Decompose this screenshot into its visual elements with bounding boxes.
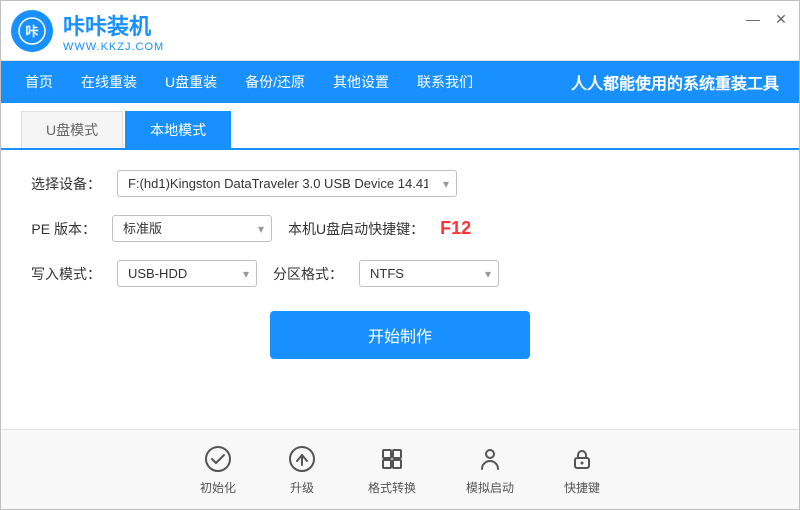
- app-window: 咔 咔咔装机 WWW.KKZJ.COM — ✕ 首页 在线重装 U盘重装 备份/…: [0, 0, 800, 510]
- upload-icon: [286, 443, 318, 475]
- toolbar-format[interactable]: 格式转换: [368, 443, 416, 496]
- write-label: 写入模式：: [31, 264, 101, 284]
- device-label: 选择设备：: [31, 174, 101, 194]
- app-logo: 咔: [11, 10, 53, 52]
- nav-slogan: 人人都能使用的系统重装工具: [571, 70, 799, 94]
- device-select[interactable]: F:(hd1)Kingston DataTraveler 3.0 USB Dev…: [117, 170, 457, 197]
- main-panel: 选择设备： F:(hd1)Kingston DataTraveler 3.0 U…: [1, 150, 799, 429]
- nav-item-contact[interactable]: 联系我们: [403, 61, 487, 103]
- nav-bar: 首页 在线重装 U盘重装 备份/还原 其他设置 联系我们 人人都能使用的系统重装…: [1, 61, 799, 103]
- tab-udisk[interactable]: U盘模式: [21, 111, 123, 148]
- toolbar-simulate-label: 模拟启动: [466, 479, 514, 496]
- pe-label: PE 版本：: [31, 219, 96, 239]
- format-icon: [376, 443, 408, 475]
- title-bar: 咔 咔咔装机 WWW.KKZJ.COM — ✕: [1, 1, 799, 61]
- start-button[interactable]: 开始制作: [270, 311, 530, 359]
- write-partition-row: 写入模式： USB-HDD 分区格式： NTFS: [31, 260, 769, 287]
- person-icon: [474, 443, 506, 475]
- hotkey-value: F12: [440, 218, 471, 239]
- app-url: WWW.KKZJ.COM: [63, 41, 164, 53]
- pe-select-wrapper: 标准版: [112, 215, 272, 242]
- app-name-block: 咔咔装机 WWW.KKZJ.COM: [63, 9, 164, 53]
- toolbar-shortcut-label: 快捷键: [564, 479, 600, 496]
- toolbar-upgrade[interactable]: 升级: [286, 443, 318, 496]
- device-row: 选择设备： F:(hd1)Kingston DataTraveler 3.0 U…: [31, 170, 769, 197]
- toolbar-simulate[interactable]: 模拟启动: [466, 443, 514, 496]
- nav-item-settings[interactable]: 其他设置: [319, 61, 403, 103]
- svg-text:咔: 咔: [25, 24, 38, 39]
- toolbar-init-label: 初始化: [200, 479, 236, 496]
- app-title: 咔咔装机: [63, 9, 164, 41]
- pe-hotkey-row: PE 版本： 标准版 本机U盘启动快捷键： F12: [31, 215, 769, 242]
- toolbar-shortcut[interactable]: 快捷键: [564, 443, 600, 496]
- title-bar-controls: — ✕: [745, 11, 789, 27]
- nav-item-home[interactable]: 首页: [11, 61, 67, 103]
- nav-item-online[interactable]: 在线重装: [67, 61, 151, 103]
- minimize-button[interactable]: —: [745, 11, 761, 27]
- close-button[interactable]: ✕: [773, 11, 789, 27]
- toolbar-upgrade-label: 升级: [290, 479, 314, 496]
- write-select-wrapper: USB-HDD: [117, 260, 257, 287]
- nav-item-backup[interactable]: 备份/还原: [231, 61, 319, 103]
- write-select[interactable]: USB-HDD: [117, 260, 257, 287]
- toolbar-init[interactable]: 初始化: [200, 443, 236, 496]
- tabs-row: U盘模式 本地模式: [1, 103, 799, 150]
- pe-select[interactable]: 标准版: [112, 215, 272, 242]
- check-circle-icon: [202, 443, 234, 475]
- start-btn-row: 开始制作: [31, 311, 769, 359]
- partition-label: 分区格式：: [273, 264, 343, 284]
- bottom-toolbar: 初始化 升级: [1, 429, 799, 509]
- hotkey-label: 本机U盘启动快捷键：: [288, 219, 424, 239]
- lock-icon: [566, 443, 598, 475]
- partition-select-wrapper: NTFS: [359, 260, 499, 287]
- tab-local[interactable]: 本地模式: [125, 111, 231, 148]
- toolbar-format-label: 格式转换: [368, 479, 416, 496]
- device-select-wrapper: F:(hd1)Kingston DataTraveler 3.0 USB Dev…: [117, 170, 457, 197]
- nav-item-udisk[interactable]: U盘重装: [151, 61, 231, 103]
- content-area: U盘模式 本地模式 选择设备： F:(hd1)Kingston DataTrav…: [1, 103, 799, 509]
- partition-select[interactable]: NTFS: [359, 260, 499, 287]
